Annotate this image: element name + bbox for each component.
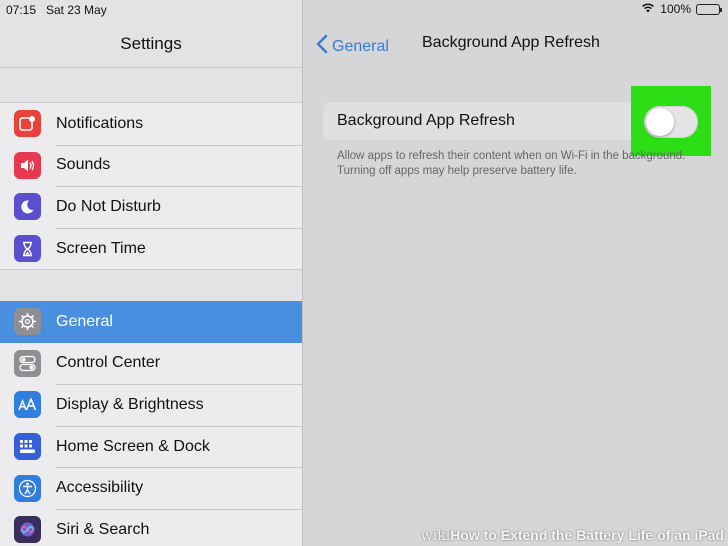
moon-icon bbox=[14, 193, 41, 221]
back-button-label: General bbox=[332, 37, 389, 55]
sidebar-item-label: Notifications bbox=[56, 114, 144, 132]
watermark-text: How to Extend the Battery Life of an iPa… bbox=[450, 527, 724, 543]
status-time: 07:15 bbox=[6, 3, 37, 17]
wifi-icon bbox=[641, 2, 655, 16]
battery-percent: 100% bbox=[660, 2, 691, 16]
battery-icon bbox=[696, 3, 722, 15]
accessibility-icon bbox=[14, 474, 41, 502]
toggles-icon bbox=[14, 349, 41, 377]
watermark-prefix: wiki bbox=[420, 528, 451, 544]
background-app-refresh-toggle[interactable] bbox=[644, 106, 698, 138]
setting-label: Background App Refresh bbox=[337, 112, 515, 129]
text-size-icon bbox=[14, 391, 41, 419]
notifications-icon bbox=[14, 110, 41, 138]
sidebar-item-display-brightness[interactable]: Display & Brightness bbox=[0, 384, 302, 426]
sidebar-item-control-center[interactable]: Control Center bbox=[0, 343, 302, 385]
status-date: Sat 23 May bbox=[46, 3, 107, 17]
settings-group-1: Notifications Sounds Do Not Disturb Scre… bbox=[0, 102, 302, 271]
status-right: 100% bbox=[641, 2, 722, 16]
sidebar-item-label: Do Not Disturb bbox=[56, 197, 161, 215]
sidebar-item-label: Siri & Search bbox=[56, 520, 150, 538]
sidebar-item-label: Control Center bbox=[56, 354, 161, 372]
status-bar: 07:15 Sat 23 May 100% bbox=[0, 0, 728, 20]
chevron-left-icon bbox=[316, 34, 328, 59]
settings-group-2: General Control Center Display & Brightn… bbox=[0, 301, 302, 546]
sidebar-item-label: Sounds bbox=[56, 156, 111, 174]
speaker-icon bbox=[14, 151, 41, 179]
sidebar-item-label: Display & Brightness bbox=[56, 395, 204, 413]
sidebar-item-screen-time[interactable]: Screen Time bbox=[0, 227, 302, 270]
sidebar-item-label: Screen Time bbox=[56, 239, 146, 257]
sidebar-item-do-not-disturb[interactable]: Do Not Disturb bbox=[0, 186, 302, 228]
sidebar-item-siri-search[interactable]: Siri & Search bbox=[0, 508, 302, 546]
page-title: Background App Refresh bbox=[422, 34, 600, 51]
sidebar-item-label: General bbox=[56, 312, 113, 330]
grid-icon bbox=[14, 433, 41, 461]
toggle-knob bbox=[646, 108, 674, 136]
settings-sidebar: Settings Notifications Sounds Do Not Dis… bbox=[0, 0, 303, 546]
setting-footnote: Allow apps to refresh their content when… bbox=[337, 150, 686, 177]
sidebar-title: Settings bbox=[120, 34, 182, 53]
sidebar-item-general[interactable]: General bbox=[0, 301, 302, 343]
sidebar-item-sounds[interactable]: Sounds bbox=[0, 144, 302, 187]
sidebar-item-label: Accessibility bbox=[56, 479, 144, 497]
sidebar-item-label: Home Screen & Dock bbox=[56, 437, 210, 455]
sidebar-item-notifications[interactable]: Notifications bbox=[0, 103, 302, 145]
back-button[interactable]: General bbox=[316, 34, 389, 59]
hourglass-icon bbox=[14, 235, 41, 263]
siri-icon bbox=[14, 516, 41, 544]
sidebar-item-home-screen-dock[interactable]: Home Screen & Dock bbox=[0, 425, 302, 468]
sidebar-item-accessibility[interactable]: Accessibility bbox=[0, 467, 302, 509]
detail-pane: General Background App Refresh Backgroun… bbox=[304, 0, 728, 546]
watermark: wikiHow to Extend the Battery Life of an… bbox=[421, 527, 724, 544]
gear-icon bbox=[14, 308, 41, 336]
